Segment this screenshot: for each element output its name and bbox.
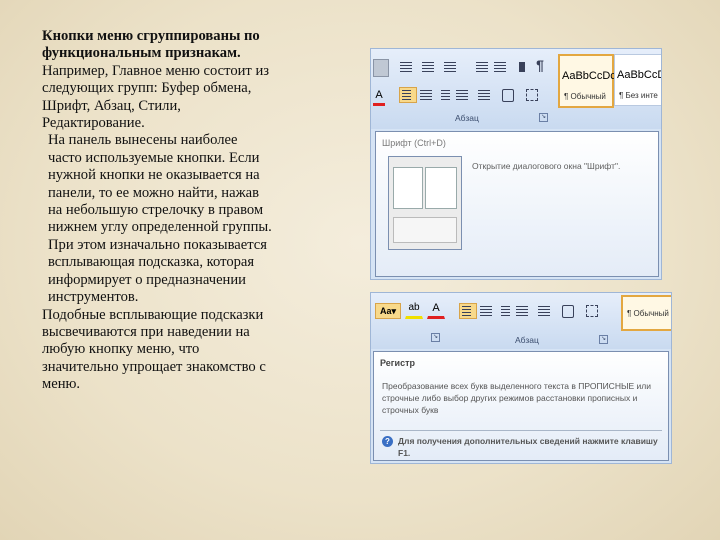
line-spacing-button-2[interactable] [535, 303, 553, 319]
paragraph-dialog-launcher-icon[interactable]: ↘ [599, 335, 608, 344]
font-tooltip: Шрифт (Ctrl+D) Открытие диалогового окна… [375, 131, 659, 277]
decrease-indent-button[interactable] [473, 59, 491, 75]
bullets-button[interactable] [397, 59, 415, 75]
justify-button[interactable] [453, 87, 471, 103]
style-no-spacing-preview: AaBbCcDc [617, 69, 661, 81]
paint-bucket-icon-2 [562, 305, 574, 318]
tooltip-title: Шрифт (Ctrl+D) [382, 138, 446, 148]
paragraph-1: Кнопки меню сгруппированы по функциональ… [42, 28, 274, 132]
paragraph-1-bold: Кнопки меню сгруппированы по функциональ… [42, 28, 260, 62]
paragraph-1-rest: Например, Главное меню состоит из следую… [42, 62, 270, 132]
align-left-button-2[interactable] [459, 303, 477, 319]
tooltip-title-2: Регистр [380, 358, 415, 368]
style-no-spacing-name: ¶ Без инте [619, 91, 658, 100]
font-color-icon[interactable]: A [373, 89, 385, 106]
style-normal-name-2: ¶ Обычный [627, 309, 669, 318]
align-left-button[interactable] [399, 87, 417, 103]
align-center-button-2[interactable] [477, 303, 495, 319]
multilevel-list-button[interactable] [441, 59, 459, 75]
sort-button[interactable] [513, 59, 531, 75]
ribbon-bar-2: Aa▾ ab A ↘ Абзац ↘ ¶ Обычный [371, 293, 671, 349]
change-case-tooltip: Регистр Преобразование всех букв выделен… [373, 351, 669, 461]
font-dialog-launcher-icon[interactable]: ↘ [431, 333, 440, 342]
paragraph-3: Подобные всплывающие подсказки высвечива… [42, 306, 266, 393]
ribbon-bar: A ¶ Абзац ↘ AaBbCcDc ¶ Обычный AaBbCcDc … [371, 49, 661, 129]
justify-button-2[interactable] [513, 303, 531, 319]
dialog-preview-list-2 [425, 167, 457, 209]
tooltip-separator [380, 430, 662, 431]
dialog-preview-bottom [393, 217, 457, 243]
dialog-preview-list [393, 167, 423, 209]
align-right-button-2[interactable] [495, 303, 513, 319]
borders-button[interactable] [523, 87, 541, 103]
style-normal[interactable]: AaBbCcDc ¶ Обычный [558, 54, 616, 108]
align-center-button[interactable] [417, 87, 435, 103]
pilcrow-button[interactable]: ¶ [531, 57, 549, 73]
style-no-spacing[interactable]: AaBbCcDc ¶ Без инте [614, 54, 661, 106]
borders-button-2[interactable] [583, 303, 601, 319]
style-normal-2[interactable]: ¶ Обычный [621, 295, 671, 331]
paragraph-2: На панель вынесены наиболее часто исполь… [48, 132, 272, 306]
ribbon-screenshot-1: A ¶ Абзац ↘ AaBbCcDc ¶ Обычный AaBbCcDc … [370, 48, 662, 280]
align-right-button[interactable] [435, 87, 453, 103]
line-spacing-button[interactable] [475, 87, 493, 103]
dialog-launcher-icon[interactable]: ↘ [539, 113, 548, 122]
border-icon-2 [586, 305, 598, 317]
font-dialog-preview-icon [388, 156, 462, 250]
style-normal-name: ¶ Обычный [564, 92, 606, 101]
border-icon [526, 89, 538, 101]
group-label-paragraph-2: Абзац [515, 335, 539, 345]
tooltip-help-text: Для получения дополнительных сведений на… [398, 436, 658, 458]
slide-text: Кнопки меню сгруппированы по функциональ… [42, 28, 274, 394]
increase-indent-button[interactable] [491, 59, 509, 75]
font-color-button[interactable]: A [427, 301, 445, 319]
group-label-paragraph: Абзац [455, 113, 479, 123]
change-case-button[interactable]: Aa▾ [375, 303, 401, 319]
style-normal-preview: AaBbCcDc [562, 70, 616, 82]
numbering-button[interactable] [419, 59, 437, 75]
highlight-button[interactable]: ab [405, 301, 423, 319]
tooltip-description-2: Преобразование всех букв выделенного тек… [382, 381, 651, 415]
paste-icon[interactable] [373, 59, 389, 77]
ribbon-screenshot-2: Aa▾ ab A ↘ Абзац ↘ ¶ Обычный Регистр Пре… [370, 292, 672, 464]
help-icon: ? [382, 436, 393, 447]
paint-bucket-icon [502, 89, 514, 102]
shading-button-2[interactable] [559, 303, 577, 319]
shading-button[interactable] [499, 87, 517, 103]
tooltip-description: Открытие диалогового окна "Шрифт". [472, 161, 621, 171]
